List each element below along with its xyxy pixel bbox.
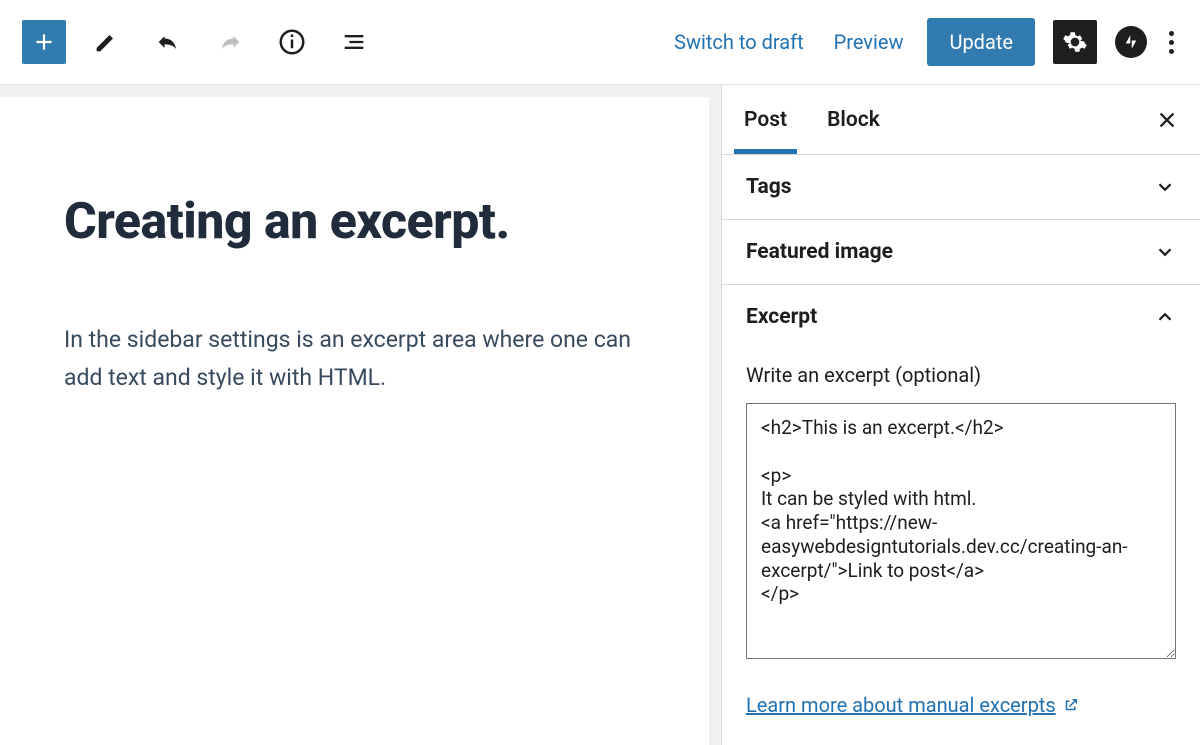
chevron-down-icon [1154, 176, 1176, 198]
edit-mode-button[interactable] [84, 20, 128, 64]
dot-icon [1169, 31, 1174, 36]
pencil-icon [92, 28, 120, 56]
tab-post[interactable]: Post [744, 88, 787, 152]
chevron-up-icon [1154, 306, 1176, 328]
panel-featured-image[interactable]: Featured image [722, 220, 1200, 285]
tab-block[interactable]: Block [827, 88, 880, 152]
panel-tags[interactable]: Tags [722, 155, 1200, 220]
post-body[interactable]: In the sidebar settings is an excerpt ar… [64, 321, 645, 397]
info-icon [277, 27, 307, 57]
top-toolbar: Switch to draft Preview Update [0, 0, 1200, 85]
learn-more-text: Learn more about manual excerpts [746, 693, 1056, 717]
editor-canvas-wrap: Creating an excerpt. In the sidebar sett… [0, 85, 722, 745]
dot-icon [1169, 40, 1174, 45]
settings-button[interactable] [1053, 20, 1097, 64]
editor-canvas[interactable]: Creating an excerpt. In the sidebar sett… [0, 97, 709, 745]
panel-featured-image-title: Featured image [746, 240, 893, 264]
update-button[interactable]: Update [927, 18, 1035, 66]
close-icon [1156, 109, 1178, 131]
undo-button[interactable] [146, 20, 190, 64]
panel-excerpt-header[interactable]: Excerpt [722, 285, 1200, 349]
plus-icon [31, 29, 57, 55]
learn-more-link[interactable]: Learn more about manual excerpts [746, 693, 1080, 717]
outline-button[interactable] [332, 20, 376, 64]
slash-icon [1122, 33, 1140, 51]
post-title[interactable]: Creating an excerpt. [64, 193, 645, 251]
panel-tags-title: Tags [746, 175, 792, 199]
sidebar-tabs: Post Block [722, 85, 1200, 155]
main-area: Creating an excerpt. In the sidebar sett… [0, 85, 1200, 745]
external-link-icon [1062, 696, 1080, 714]
toolbar-left [22, 20, 376, 64]
add-block-button[interactable] [22, 20, 66, 64]
chevron-down-icon [1154, 241, 1176, 263]
jetpack-button[interactable] [1115, 26, 1147, 58]
gear-icon [1062, 29, 1088, 55]
redo-button[interactable] [208, 20, 252, 64]
preview-button[interactable]: Preview [828, 30, 910, 54]
details-button[interactable] [270, 20, 314, 64]
close-sidebar-button[interactable] [1156, 109, 1178, 131]
excerpt-label: Write an excerpt (optional) [746, 363, 1176, 387]
list-outline-icon [340, 28, 368, 56]
dot-icon [1169, 49, 1174, 54]
switch-to-draft-button[interactable]: Switch to draft [668, 30, 810, 54]
more-options-button[interactable] [1165, 25, 1178, 60]
redo-icon [216, 28, 244, 56]
settings-sidebar: Post Block Tags Featured image Excerpt W… [722, 85, 1200, 745]
panel-excerpt-title: Excerpt [746, 305, 817, 329]
undo-icon [154, 28, 182, 56]
excerpt-textarea[interactable] [746, 403, 1176, 659]
panel-excerpt-body: Write an excerpt (optional) Learn more a… [722, 349, 1200, 737]
toolbar-right: Switch to draft Preview Update [668, 18, 1178, 66]
